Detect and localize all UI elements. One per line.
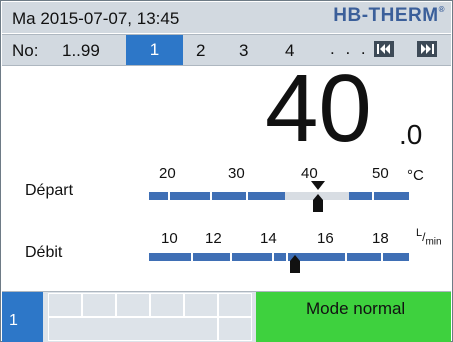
footer-bar: 1 Mode normal <box>2 291 451 342</box>
debit-label: Débit <box>25 244 63 261</box>
skip-forward-icon[interactable] <box>417 41 437 57</box>
brand-logo: HB-THERM® <box>333 5 445 26</box>
unit-indicator[interactable]: 1 <box>2 292 43 342</box>
scale-divider <box>286 253 288 261</box>
depart-tick: 30 <box>228 165 245 182</box>
debit-unit: L/min <box>416 227 442 248</box>
operating-mode-status[interactable]: Mode normal <box>256 292 451 342</box>
datetime-label: Ma 2015-07-07, 13:45 <box>12 9 180 28</box>
debit-tick: 14 <box>260 230 277 247</box>
scale-divider <box>272 253 274 261</box>
debit-tick: 10 <box>161 230 178 247</box>
depart-label: Départ <box>25 182 74 199</box>
scale-divider <box>168 192 170 200</box>
status-cell <box>48 317 218 341</box>
scale-divider <box>345 253 347 261</box>
trademark-mark: ® <box>438 5 445 14</box>
unit-number-label: No: <box>12 41 39 60</box>
debit-actual-pointer <box>290 255 300 273</box>
unit-tab-selected[interactable]: 1 <box>126 35 183 65</box>
status-cell <box>48 293 82 317</box>
scale-divider <box>230 253 232 261</box>
status-cell <box>116 293 150 317</box>
depart-tick: 20 <box>159 165 176 182</box>
actual-temperature-value: 40 <box>265 55 372 162</box>
debit-tick: 16 <box>317 230 334 247</box>
hmi-screen: Ma 2015-07-07, 13:45 HB-THERM® No: 1..99… <box>0 0 453 342</box>
scale-divider <box>246 192 248 200</box>
status-cell <box>218 317 252 341</box>
status-cell <box>218 293 252 317</box>
depart-setpoint-marker <box>311 181 325 190</box>
debit-scale-bar <box>149 253 409 261</box>
unit-tab-3[interactable]: 3 <box>239 41 248 61</box>
scale-divider <box>372 192 374 200</box>
debit-tick: 18 <box>372 230 389 247</box>
skip-back-icon[interactable] <box>374 41 394 57</box>
status-cell <box>82 293 116 317</box>
debit-tick: 12 <box>205 230 222 247</box>
status-cell <box>150 293 184 317</box>
unit-range-button[interactable]: 1..99 <box>62 41 100 61</box>
scale-divider <box>210 192 212 200</box>
unit-navigation: No: 1..99 1 2 3 4 . . . . <box>2 34 451 66</box>
depart-tick: 50 <box>372 165 389 182</box>
depart-actual-pointer <box>313 194 323 212</box>
scale-divider <box>381 253 383 261</box>
depart-scale-bar <box>149 192 409 200</box>
status-cell <box>184 293 218 317</box>
unit-tab-2[interactable]: 2 <box>196 41 205 61</box>
actual-temperature-decimal: .0 <box>399 119 423 150</box>
depart-tick: 40 <box>301 165 318 182</box>
scale-divider <box>191 253 193 261</box>
depart-unit: °C <box>407 167 424 184</box>
status-bar: Ma 2015-07-07, 13:45 HB-THERM® <box>2 2 451 33</box>
